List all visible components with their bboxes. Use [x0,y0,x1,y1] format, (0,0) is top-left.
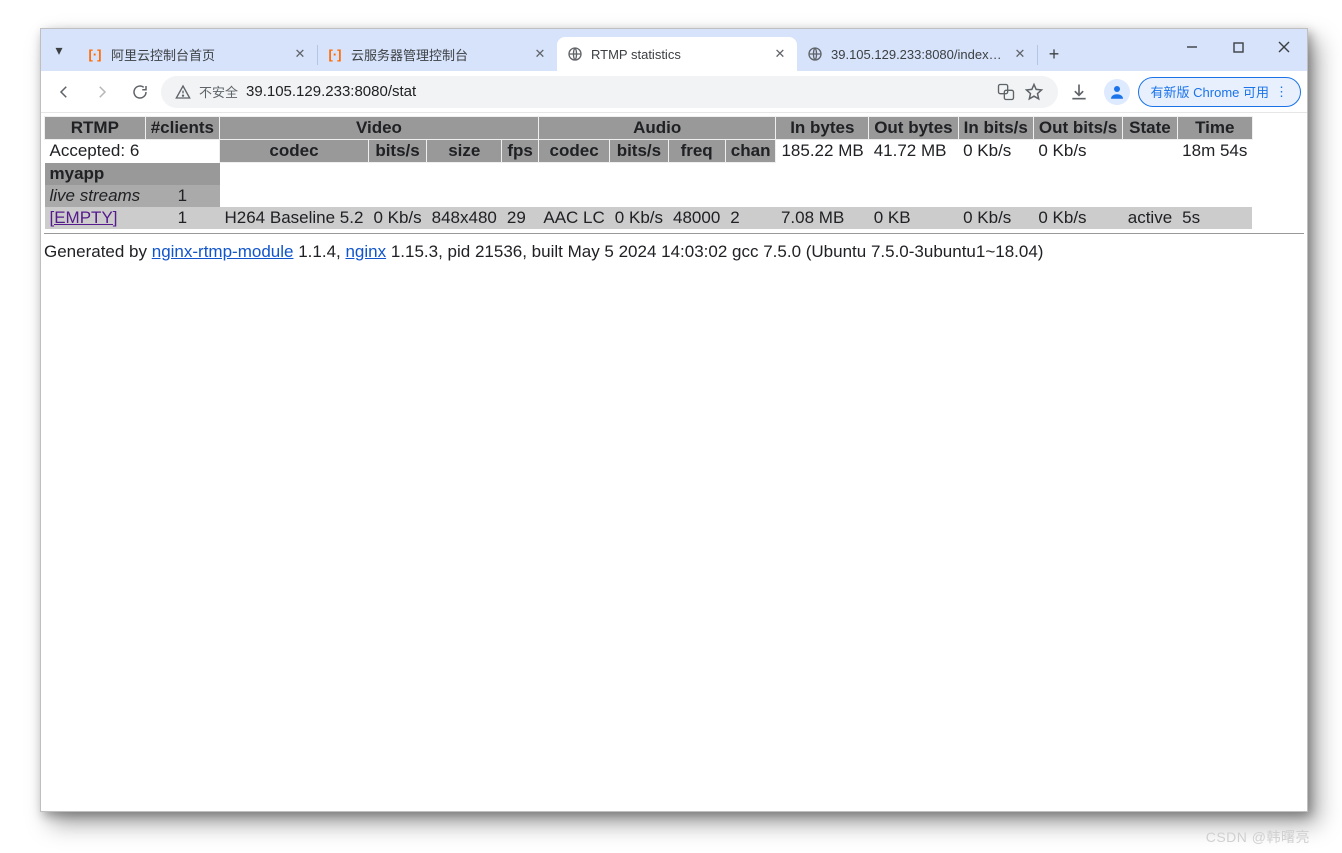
tab-3-active[interactable]: RTMP statistics ✕ [557,37,797,71]
srv-inbytes: 185.22 MB [776,140,869,163]
stream-achan: 2 [725,207,776,229]
window-controls [1169,29,1307,65]
sub-vsize: size [427,140,502,163]
col-inbits: In bits/s [958,117,1033,140]
live-streams-label: live streams [45,185,146,207]
update-chrome-pill[interactable]: 有新版 Chrome 可用 ⋮ [1138,77,1301,107]
sub-afreq: freq [668,140,725,163]
stream-vcodec: H264 Baseline 5.2 [220,207,369,229]
srv-outbits: 0 Kb/s [1033,140,1122,163]
stream-abits: 0 Kb/s [610,207,668,229]
live-streams-count: 1 [145,185,219,207]
bookmark-star-icon[interactable] [1024,82,1044,102]
tab-2[interactable]: [·] 云服务器管理控制台 ✕ [317,37,557,71]
stream-name-link[interactable]: [EMPTY] [50,208,118,227]
col-outbits: Out bits/s [1033,117,1122,140]
tab-title: 阿里云控制台首页 [111,45,283,64]
stream-inbits: 0 Kb/s [958,207,1033,229]
srv-outbytes: 41.72 MB [869,140,958,163]
stream-row: [EMPTY] 1 H264 Baseline 5.2 0 Kb/s 848x4… [45,207,1253,229]
sub-achan: chan [725,140,776,163]
sub-vbits: bits/s [368,140,426,163]
minimize-button[interactable] [1169,29,1215,65]
avatar-icon [1104,79,1130,105]
stream-vfps: 29 [502,207,539,229]
forward-button[interactable] [85,75,119,109]
close-tab-icon[interactable]: ✕ [531,45,549,63]
tab-strip: ▾ [·] 阿里云控制台首页 ✕ [·] 云服务器管理控制台 ✕ RTMP st… [41,29,1307,71]
close-window-button[interactable] [1261,29,1307,65]
security-label: 不安全 [199,82,238,101]
downloads-button[interactable] [1062,75,1096,109]
stream-outbits: 0 Kb/s [1033,207,1122,229]
omnibox[interactable]: 不安全 39.105.129.233:8080/stat [161,76,1058,108]
col-clients: #clients [145,117,219,140]
stream-clients: 1 [145,207,219,229]
new-tab-button[interactable]: + [1037,37,1071,71]
chevron-down-icon: ▾ [55,42,62,59]
app-name: myapp [45,163,220,185]
browser-window: ▾ [·] 阿里云控制台首页 ✕ [·] 云服务器管理控制台 ✕ RTMP st… [40,28,1308,812]
close-tab-icon[interactable]: ✕ [1011,45,1029,63]
tab-title: RTMP statistics [591,47,763,62]
close-tab-icon[interactable]: ✕ [771,45,789,63]
srv-time: 18m 54s [1177,140,1252,163]
sub-acodec: codec [538,140,609,163]
col-video: Video [220,117,539,140]
link-nginx[interactable]: nginx [345,242,386,261]
col-inbytes: In bytes [776,117,869,140]
sub-abits: bits/s [610,140,668,163]
globe-icon [567,46,583,62]
watermark: CSDN @韩曙亮 [1206,827,1310,847]
sub-vfps: fps [502,140,539,163]
tab-4[interactable]: 39.105.129.233:8080/index.ht ✕ [797,37,1037,71]
tab-title: 云服务器管理控制台 [351,45,523,64]
rtmp-stats-table: RTMP #clients Video Audio In bytes Out b… [44,116,1253,229]
stream-time: 5s [1177,207,1252,229]
stream-afreq: 48000 [668,207,725,229]
profile-button[interactable] [1100,75,1134,109]
stream-acodec: AAC LC [538,207,609,229]
menu-dots-icon: ⋮ [1275,84,1288,100]
update-label: 有新版 Chrome 可用 [1151,82,1269,101]
not-secure-icon [175,84,191,100]
reload-button[interactable] [123,75,157,109]
toolbar: 不安全 39.105.129.233:8080/stat 有新版 Chrome … [41,71,1307,113]
srv-inbits: 0 Kb/s [958,140,1033,163]
close-tab-icon[interactable]: ✕ [291,45,309,63]
link-nginx-rtmp-module[interactable]: nginx-rtmp-module [152,242,294,261]
col-audio: Audio [538,117,776,140]
back-button[interactable] [47,75,81,109]
url-text: 39.105.129.233:8080/stat [246,83,988,100]
tab-search-button[interactable]: ▾ [41,29,77,71]
gen-prefix: Generated by [44,242,152,261]
col-state: State [1123,117,1177,140]
aliyun-icon: [·] [327,46,343,62]
stream-state: active [1123,207,1177,229]
translate-icon[interactable] [996,82,1016,102]
aliyun-icon: [·] [87,46,103,62]
gen-mid: 1.1.4, [293,242,345,261]
col-outbytes: Out bytes [869,117,958,140]
gen-suffix: 1.15.3, pid 21536, built May 5 2024 14:0… [386,242,1043,261]
globe-icon [807,46,823,62]
sub-vcodec: codec [220,140,369,163]
stream-inbytes: 7.08 MB [776,207,869,229]
accepted-cell: Accepted: 6 [45,140,146,163]
tab-title: 39.105.129.233:8080/index.ht [831,47,1003,62]
col-rtmp: RTMP [45,117,146,140]
generated-by: Generated by nginx-rtmp-module 1.1.4, ng… [44,242,1304,262]
col-time: Time [1177,117,1252,140]
stream-vsize: 848x480 [427,207,502,229]
divider [44,233,1304,234]
stream-outbytes: 0 KB [869,207,958,229]
tab-1[interactable]: [·] 阿里云控制台首页 ✕ [77,37,317,71]
page-content: RTMP #clients Video Audio In bytes Out b… [41,113,1307,811]
stream-vbits: 0 Kb/s [368,207,426,229]
maximize-button[interactable] [1215,29,1261,65]
